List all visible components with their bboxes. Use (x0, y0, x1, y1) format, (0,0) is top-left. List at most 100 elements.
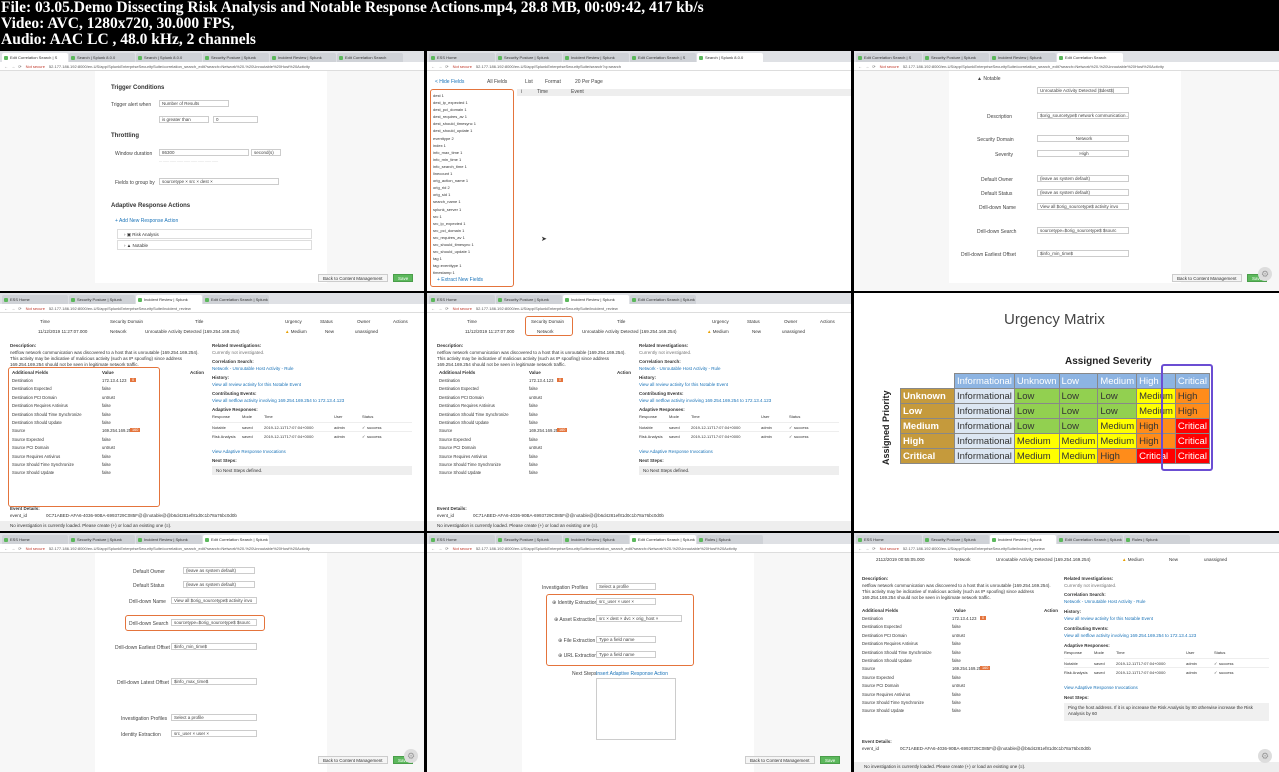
correlation-link[interactable]: Network - Unroutable Host Activity - Rul… (639, 366, 721, 371)
back-button[interactable]: Back to Content Management (1172, 274, 1242, 282)
title-input[interactable]: Unroutable Activity Detected ($dest$) (1037, 87, 1129, 94)
browser-tab[interactable]: Incident Review | Splunk (563, 295, 629, 304)
field-list-item[interactable]: dest 1 (433, 93, 513, 100)
address-bar[interactable]: ← → ⟳ Not secure 52.177.186.192:8000/en-… (0, 62, 424, 71)
contributing-link[interactable]: View all netflow activity involving 169.… (212, 398, 344, 403)
browser-tab[interactable]: Incident Review | Splunk (270, 53, 336, 62)
address-bar[interactable]: ← → ⟳ Not secure 52.177.186.192:8000/en-… (854, 62, 1279, 71)
chevron-right-icon[interactable]: › (124, 232, 126, 237)
contributing-link[interactable]: View all netflow activity involving 169.… (1064, 633, 1196, 638)
drilldown-search-input[interactable]: sourcetype=$orig_sourcetype$ $sourc (1037, 227, 1129, 234)
browser-tab[interactable]: Edit Correlation Search | S (856, 53, 922, 62)
address-bar[interactable]: ← → ⟳ Not secure 52.177.186.192:8000/en-… (0, 304, 424, 313)
tag[interactable]: src (599, 616, 605, 621)
browser-tab[interactable]: Edit Correlation Search | Splunk (203, 535, 269, 544)
nav-arrows-icon[interactable]: ← → ⟳ (4, 64, 23, 69)
browser-tab[interactable]: Edit Correlation Search | S (2, 53, 68, 62)
nav-arrows-icon[interactable]: ← → ⟳ (431, 64, 450, 69)
field-list-item[interactable]: splunk_server 1 (433, 207, 513, 214)
add-action-link[interactable]: + Add New Response Action (115, 218, 178, 224)
field-list-item[interactable]: orig_rid 2 (433, 185, 513, 192)
field-list-item[interactable]: src_pci_domain 1 (433, 228, 513, 235)
response-action-row[interactable]: › ▣ Risk Analysis (117, 229, 312, 239)
owner-select[interactable]: (leave as system default) (1037, 175, 1129, 182)
url-text[interactable]: 52.177.186.192:8000/en-US/app/SplunkEnte… (903, 64, 1275, 69)
address-bar[interactable]: ← → ⟳ Not secure 52.177.186.192:8000/en-… (854, 544, 1279, 553)
field-list-item[interactable]: linecount 1 (433, 171, 513, 178)
field-list-item[interactable]: tag 1 (433, 256, 513, 263)
browser-tab[interactable]: Security Posture | Splunk (923, 53, 989, 62)
tag[interactable]: sourcetype (162, 179, 184, 184)
field-list-item[interactable]: src_ip_expected 1 (433, 221, 513, 228)
nav-arrows-icon[interactable]: ← → ⟳ (858, 64, 877, 69)
url-text[interactable]: 52.177.186.192:8000/en-US/app/SplunkEnte… (49, 306, 420, 311)
browser-tab[interactable]: Incident Review | Splunk (136, 535, 202, 544)
browser-tab[interactable]: Security Posture | Splunk (496, 295, 562, 304)
nav-arrows-icon[interactable]: ← → ⟳ (431, 546, 450, 551)
severity-select[interactable]: High (1037, 150, 1129, 157)
field-list-item[interactable]: search_name 1 (433, 199, 513, 206)
profile-select[interactable]: Select a profile (596, 583, 656, 590)
nav-arrows-icon[interactable]: ← → ⟳ (4, 546, 23, 551)
next-steps-textarea[interactable] (596, 678, 676, 740)
back-button[interactable]: Back to Content Management (318, 756, 388, 764)
field-list-item[interactable]: tag::eventtype 1 (433, 263, 513, 270)
browser-tab[interactable]: Security Posture | Splunk (203, 53, 269, 62)
adaptive-link[interactable]: View Adaptive Response Invocations (212, 449, 286, 454)
risk-badge[interactable]: 160 (130, 428, 141, 433)
field-list-item[interactable]: dest_pci_domain 1 (433, 107, 513, 114)
browser-tab[interactable]: Edit Correlation Search (337, 53, 403, 62)
tag[interactable]: user (621, 599, 630, 604)
browser-tab[interactable]: ESS Home (2, 535, 68, 544)
tag[interactable]: dest (610, 616, 619, 621)
address-bar[interactable]: ← → ⟳ Not secure 52.177.186.192:8000/en-… (0, 544, 424, 553)
browser-tab[interactable]: Search | Splunk 8.0.0 (136, 53, 202, 62)
gear-icon[interactable]: ⚙ (1258, 749, 1272, 763)
field-list-item[interactable]: info_min_time 1 (433, 157, 513, 164)
tag[interactable]: user (196, 731, 205, 736)
browser-tab[interactable]: Security Posture | Splunk (923, 535, 989, 544)
window-input[interactable]: 86300 (159, 149, 249, 156)
back-button[interactable]: Back to Content Management (745, 756, 815, 764)
field-list-item[interactable]: src_should_timesync 1 (433, 242, 513, 249)
address-bar[interactable]: ← → ⟳ Not secure 52.177.186.192:8000/en-… (427, 62, 851, 71)
save-button[interactable]: Save (393, 274, 414, 282)
drilldown-name-input[interactable]: View all $orig_sourcetype$ activity invo (171, 597, 257, 604)
browser-tab[interactable]: Incident Review | Splunk (563, 535, 629, 544)
profile-select[interactable]: Select a profile (171, 714, 257, 721)
gear-icon[interactable]: ⚙ (1258, 267, 1272, 281)
field-list-item[interactable]: dest_should_timesync 1 (433, 121, 513, 128)
tag[interactable]: src_user (599, 599, 616, 604)
format-select[interactable]: Format (545, 79, 561, 85)
risk-badge[interactable]: 160 (557, 428, 568, 433)
browser-tab[interactable]: ESS Home (429, 295, 495, 304)
tag[interactable]: src (189, 179, 195, 184)
tag[interactable]: src_user (174, 731, 191, 736)
latest-input[interactable]: $info_max_time$ (171, 678, 257, 685)
browser-tab[interactable]: Security Posture | Splunk (69, 535, 135, 544)
browser-tab[interactable]: Edit Correlation Search | S (630, 53, 696, 62)
extract-fields-link[interactable]: + Extract New Fields (437, 277, 483, 283)
drilldown-name-input[interactable]: View all $orig_sourcetype$ activity invo (1037, 203, 1129, 210)
browser-tab[interactable]: Edit Correlation Search (1057, 53, 1123, 62)
response-action-row[interactable]: › ▲ Notable (117, 240, 312, 250)
url-text[interactable]: 52.177.186.192:8000/en-US/app/SplunkEnte… (49, 64, 420, 69)
nav-arrows-icon[interactable]: ← → ⟳ (431, 306, 450, 311)
per-page-select[interactable]: 20 Per Page (575, 79, 603, 85)
field-list-item[interactable]: orig_action_name 1 (433, 178, 513, 185)
field-list-item[interactable]: dest_ip_expected 1 (433, 100, 513, 107)
threshold-input[interactable]: 0 (213, 116, 258, 123)
units-select[interactable]: second(s) (251, 149, 281, 156)
browser-tab[interactable]: Security Posture | Splunk (69, 295, 135, 304)
browser-tab[interactable]: Edit Correlation Search | Splunk (630, 535, 696, 544)
browser-tab[interactable]: Rules | Splunk (697, 535, 763, 544)
save-button[interactable]: Save (820, 756, 841, 764)
insert-action-link[interactable]: Insert Adaptive Response Action (596, 671, 668, 677)
browser-tab[interactable]: Search | Splunk 8.0.0 (69, 53, 135, 62)
earliest-input[interactable]: $info_min_time$ (171, 643, 257, 650)
hide-fields-link[interactable]: < Hide Fields (435, 79, 464, 85)
tag[interactable]: dest (200, 179, 209, 184)
risk-badge[interactable]: 160 (980, 666, 991, 671)
address-bar[interactable]: ← → ⟳ Not secure 52.177.186.192:8000/en-… (427, 544, 851, 553)
all-fields-link[interactable]: All Fields (487, 79, 507, 85)
